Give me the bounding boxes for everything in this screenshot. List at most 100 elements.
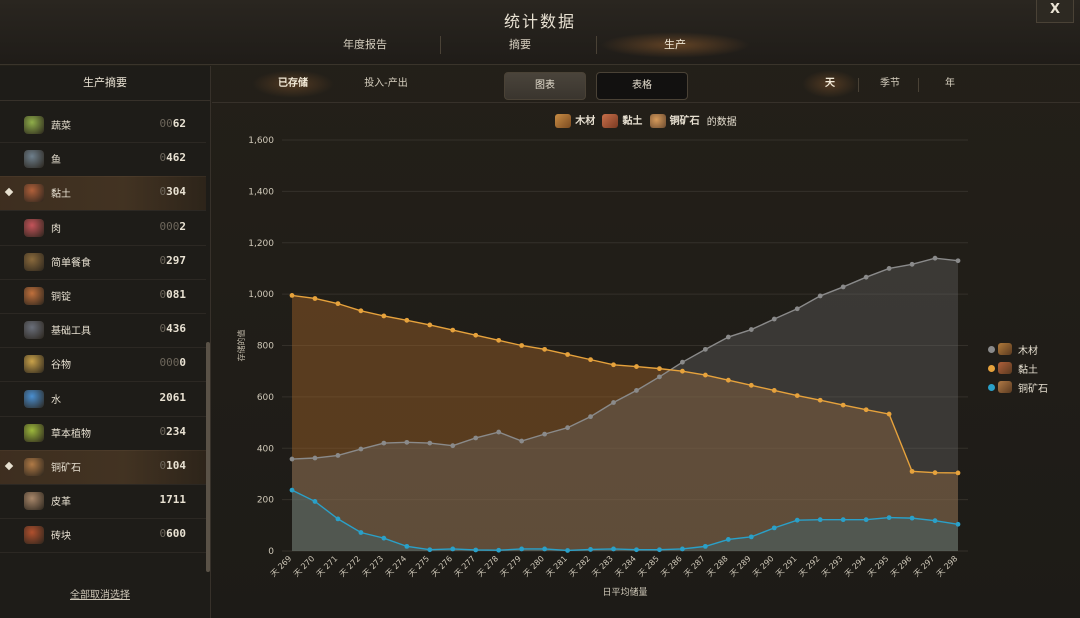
y-axis-label: 存储的值 <box>236 330 246 362</box>
data-point <box>817 397 823 403</box>
resource-row[interactable]: 皮革 1711 <box>0 484 206 520</box>
quantity-value: 1711 <box>159 493 187 507</box>
deselect-all-link[interactable]: 全部取消选择 <box>0 586 200 601</box>
storage-line-chart: 0 200 400 600 800 1,000 1,200 1,400 1,600 存储的值日平均… <box>236 136 968 598</box>
data-point <box>886 515 892 521</box>
resource-row[interactable]: 铜锭 0081 <box>0 279 206 314</box>
tab-summary[interactable]: 摘要 <box>445 32 595 58</box>
data-point <box>289 456 295 462</box>
quantity-value: 2 <box>179 219 186 233</box>
legend-label: 铜矿石 <box>1018 384 1048 395</box>
tab-input-output[interactable]: 投入-产出 <box>342 70 430 98</box>
data-point <box>588 547 593 552</box>
data-point <box>404 317 410 323</box>
resource-list[interactable]: 蔬菜 0062 鱼 0462 黏土 0304 肉 0002 简单餐食 0297 铜锭 0081 基础工具… <box>0 108 206 566</box>
data-point <box>450 327 456 333</box>
legend-dot <box>988 384 995 391</box>
resource-quantity: 0104 <box>160 459 187 472</box>
x-tick-label: 天 276 <box>430 554 455 579</box>
data-point <box>335 516 341 522</box>
copper-ore-icon <box>24 458 44 476</box>
data-point <box>748 382 754 388</box>
view-table-button[interactable]: 表格 <box>596 72 688 100</box>
resource-quantity: 0304 <box>160 185 187 198</box>
resource-name: 皮革 <box>51 497 71 509</box>
legend-label: 木材 <box>1018 346 1038 357</box>
data-point <box>702 372 708 378</box>
data-point <box>611 362 616 368</box>
data-point <box>496 337 502 343</box>
quantity-padding: 000 <box>159 356 180 370</box>
selected-marker-icon <box>4 461 14 471</box>
data-point <box>886 266 892 271</box>
resource-row[interactable]: 鱼 0462 <box>0 142 206 178</box>
quantity-value: 62 <box>172 117 186 130</box>
data-point <box>519 546 525 552</box>
tab-day[interactable]: 天 <box>802 70 858 98</box>
resource-name: 谷物 <box>51 360 71 372</box>
resource-row[interactable]: 简单餐食 0297 <box>0 245 206 280</box>
sidebar-scrollbar[interactable] <box>206 342 210 572</box>
resource-quantity: 0081 <box>160 288 187 301</box>
sidebar: 生产摘要 蔬菜 0062 鱼 0462 黏土 0304 肉 0002 简单餐食 0297 铜锭 008… <box>0 66 211 618</box>
resource-row[interactable]: 铜矿石 0104 <box>0 450 206 485</box>
data-point <box>955 258 961 264</box>
data-point <box>427 547 433 553</box>
tab-stored[interactable]: 已存储 <box>252 70 334 98</box>
data-point <box>473 435 479 441</box>
data-point <box>289 487 295 493</box>
tools-icon <box>24 321 44 340</box>
grain-icon <box>24 355 44 374</box>
legend-item[interactable]: 木材 <box>988 340 1078 359</box>
tab-year[interactable]: 年 <box>922 70 978 98</box>
data-point <box>335 301 341 307</box>
copper-ingot-icon <box>24 287 44 305</box>
tab-season[interactable]: 季节 <box>862 70 918 98</box>
x-tick-label: 天 269 <box>269 554 294 579</box>
resource-row[interactable]: 谷物 0000 <box>0 347 206 383</box>
tab-production[interactable]: 生产 <box>600 32 750 58</box>
view-chart-button[interactable]: 图表 <box>504 72 586 100</box>
title-bar: 统计数据 X 年度报告 摘要 生产 <box>0 0 1080 65</box>
data-point <box>542 431 548 437</box>
legend-item[interactable]: 黏土 <box>988 359 1078 378</box>
x-tick-label: 天 278 <box>475 554 500 579</box>
quantity-value: 104 <box>166 459 186 472</box>
resource-row[interactable]: 蔬菜 0062 <box>0 108 206 143</box>
data-point <box>840 402 846 408</box>
data-point <box>634 547 639 553</box>
x-tick-label: 天 279 <box>498 554 523 579</box>
resource-row[interactable]: 肉 0002 <box>0 211 206 246</box>
y-tick-label: 1,000 <box>248 290 274 300</box>
quantity-padding: 00 <box>159 117 173 130</box>
water-icon <box>24 389 44 408</box>
sidebar-title: 生产摘要 <box>0 66 210 101</box>
data-point <box>588 357 593 363</box>
x-tick-label: 天 289 <box>728 554 753 579</box>
x-tick-label: 天 298 <box>935 554 960 579</box>
data-point <box>565 425 570 431</box>
resource-row[interactable]: 砖块 0600 <box>0 518 206 554</box>
y-tick-label: 200 <box>257 496 274 506</box>
y-tick-label: 400 <box>257 444 274 454</box>
resource-row[interactable]: 基础工具 0436 <box>0 313 206 349</box>
sub-toolbar: 已存储 投入-产出 图表 表格 天 季节 年 <box>212 66 1080 103</box>
x-tick-label: 天 281 <box>544 554 569 579</box>
tab-divider <box>596 36 597 54</box>
tab-divider <box>918 78 919 92</box>
data-point <box>840 517 846 523</box>
tab-annual-report[interactable]: 年度报告 <box>290 32 440 58</box>
leather-icon <box>24 492 44 511</box>
resource-row[interactable]: 草本植物 0234 <box>0 416 206 451</box>
data-point <box>794 306 800 312</box>
legend-item[interactable]: 铜矿石 <box>988 378 1078 397</box>
resource-row[interactable]: 黏土 0304 <box>0 176 206 212</box>
resource-name: 鱼 <box>51 155 61 167</box>
data-point <box>358 530 364 535</box>
x-tick-label: 天 284 <box>613 554 638 579</box>
data-point <box>312 499 318 504</box>
quantity-value: 081 <box>166 288 186 301</box>
resource-row[interactable]: 水 2061 <box>0 382 206 417</box>
data-point <box>955 470 961 476</box>
close-button[interactable]: X <box>1036 0 1074 23</box>
